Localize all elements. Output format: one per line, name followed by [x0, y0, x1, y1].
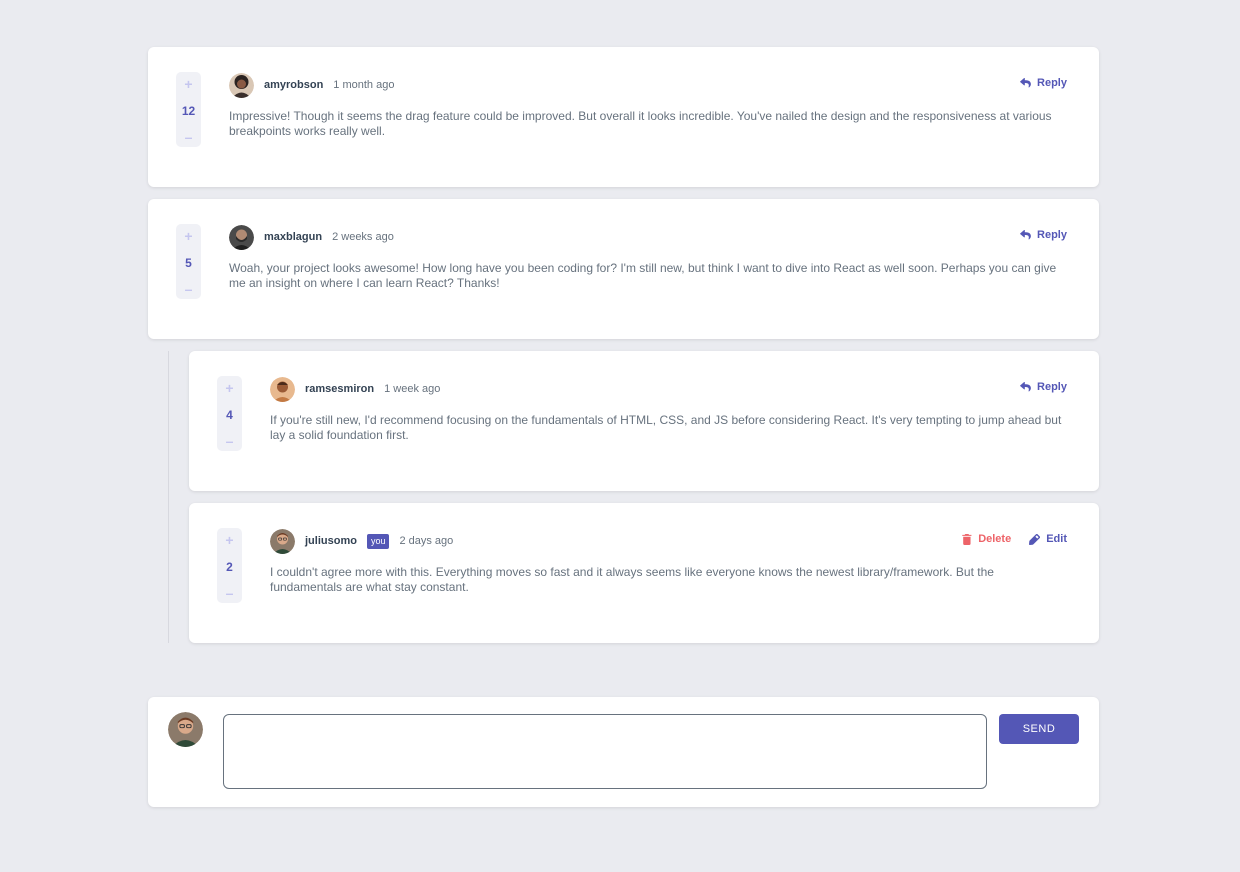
vote-control: + 5 –	[176, 224, 201, 299]
comment-actions: Reply	[1020, 229, 1067, 241]
username[interactable]: maxblagun	[264, 231, 322, 243]
add-comment-form: SEND	[148, 697, 1099, 807]
amyrobson-avatar-icon	[229, 72, 254, 98]
reply-label: Reply	[1037, 381, 1067, 393]
reply-label: Reply	[1037, 77, 1067, 89]
vote-score: 2	[226, 559, 233, 574]
comment-card: + 12 – amyrobson 1 month ago Reply Impre…	[148, 47, 1099, 187]
reply-button[interactable]: Reply	[1020, 77, 1067, 89]
comment-text: Impressive! Though it seems the drag fea…	[229, 109, 1052, 138]
comments-app: + 12 – amyrobson 1 month ago Reply Impre…	[0, 0, 1240, 872]
reply-button[interactable]: Reply	[1020, 229, 1067, 241]
comment-input[interactable]	[223, 714, 987, 789]
reply-icon	[1020, 78, 1031, 88]
timestamp: 1 month ago	[333, 79, 395, 91]
maxblagun-avatar-icon	[229, 224, 254, 250]
comment-header: amyrobson 1 month ago	[229, 72, 394, 98]
vote-control: + 12 –	[176, 72, 201, 147]
downvote-button[interactable]: –	[226, 433, 234, 449]
timestamp: 2 days ago	[399, 535, 454, 547]
upvote-button[interactable]: +	[225, 380, 233, 396]
upvote-button[interactable]: +	[184, 228, 192, 244]
comment-actions: Reply	[1020, 381, 1067, 393]
edit-button[interactable]: Edit	[1029, 533, 1067, 545]
you-badge: you	[366, 533, 390, 549]
vote-control: + 4 –	[217, 376, 242, 451]
vote-score: 12	[181, 103, 196, 118]
reply-card: + 4 – ramsesmiron 1 week ago Reply If yo…	[189, 351, 1099, 491]
edit-label: Edit	[1046, 533, 1067, 545]
current-user-avatar	[168, 712, 203, 747]
juliusomo-avatar-icon	[168, 712, 203, 747]
avatar	[270, 528, 295, 554]
downvote-button[interactable]: –	[185, 281, 193, 297]
delete-button[interactable]: Delete	[962, 533, 1011, 545]
comment-header: ramsesmiron 1 week ago	[270, 376, 440, 402]
comment-header: maxblagun 2 weeks ago	[229, 224, 394, 250]
username[interactable]: ramsesmiron	[305, 383, 374, 395]
vote-score: 4	[226, 407, 233, 422]
reply-button[interactable]: Reply	[1020, 381, 1067, 393]
downvote-button[interactable]: –	[185, 129, 193, 145]
avatar	[229, 72, 254, 98]
comment-text: Woah, your project looks awesome! How lo…	[229, 261, 1057, 290]
reply-icon	[1020, 382, 1031, 392]
username[interactable]: juliusomo	[305, 535, 357, 547]
comment-list: + 12 – amyrobson 1 month ago Reply Impre…	[148, 47, 1099, 655]
username[interactable]: amyrobson	[264, 79, 323, 91]
comment-header: juliusomo you 2 days ago	[270, 528, 453, 554]
upvote-button[interactable]: +	[184, 76, 192, 92]
vote-score: 5	[185, 255, 192, 270]
comment-card: + 5 – maxblagun 2 weeks ago Reply Woah, …	[148, 199, 1099, 339]
delete-label: Delete	[978, 533, 1012, 545]
comment-text: If you're still new, I'd recommend focus…	[270, 413, 1062, 442]
trash-icon	[962, 533, 972, 545]
avatar	[229, 224, 254, 250]
comment-actions: Reply	[1020, 77, 1067, 89]
comment-actions: Delete Edit	[962, 533, 1067, 545]
reply-icon	[1020, 230, 1031, 240]
juliusomo-avatar-icon	[270, 528, 295, 554]
downvote-button[interactable]: –	[226, 585, 234, 601]
upvote-button[interactable]: +	[225, 532, 233, 548]
send-button[interactable]: SEND	[999, 714, 1079, 744]
comment-text: I couldn't agree more with this. Everyth…	[270, 565, 994, 594]
reply-label: Reply	[1037, 229, 1067, 241]
avatar	[270, 376, 295, 402]
pencil-icon	[1029, 533, 1041, 545]
timestamp: 2 weeks ago	[332, 231, 394, 243]
vote-control: + 2 –	[217, 528, 242, 603]
reply-card: + 2 – juliusomo you 2 days ago Delete Ed…	[189, 503, 1099, 643]
reply-thread: + 4 – ramsesmiron 1 week ago Reply If yo…	[168, 351, 1099, 643]
timestamp: 1 week ago	[384, 383, 441, 395]
ramsesmiron-avatar-icon	[270, 376, 295, 402]
